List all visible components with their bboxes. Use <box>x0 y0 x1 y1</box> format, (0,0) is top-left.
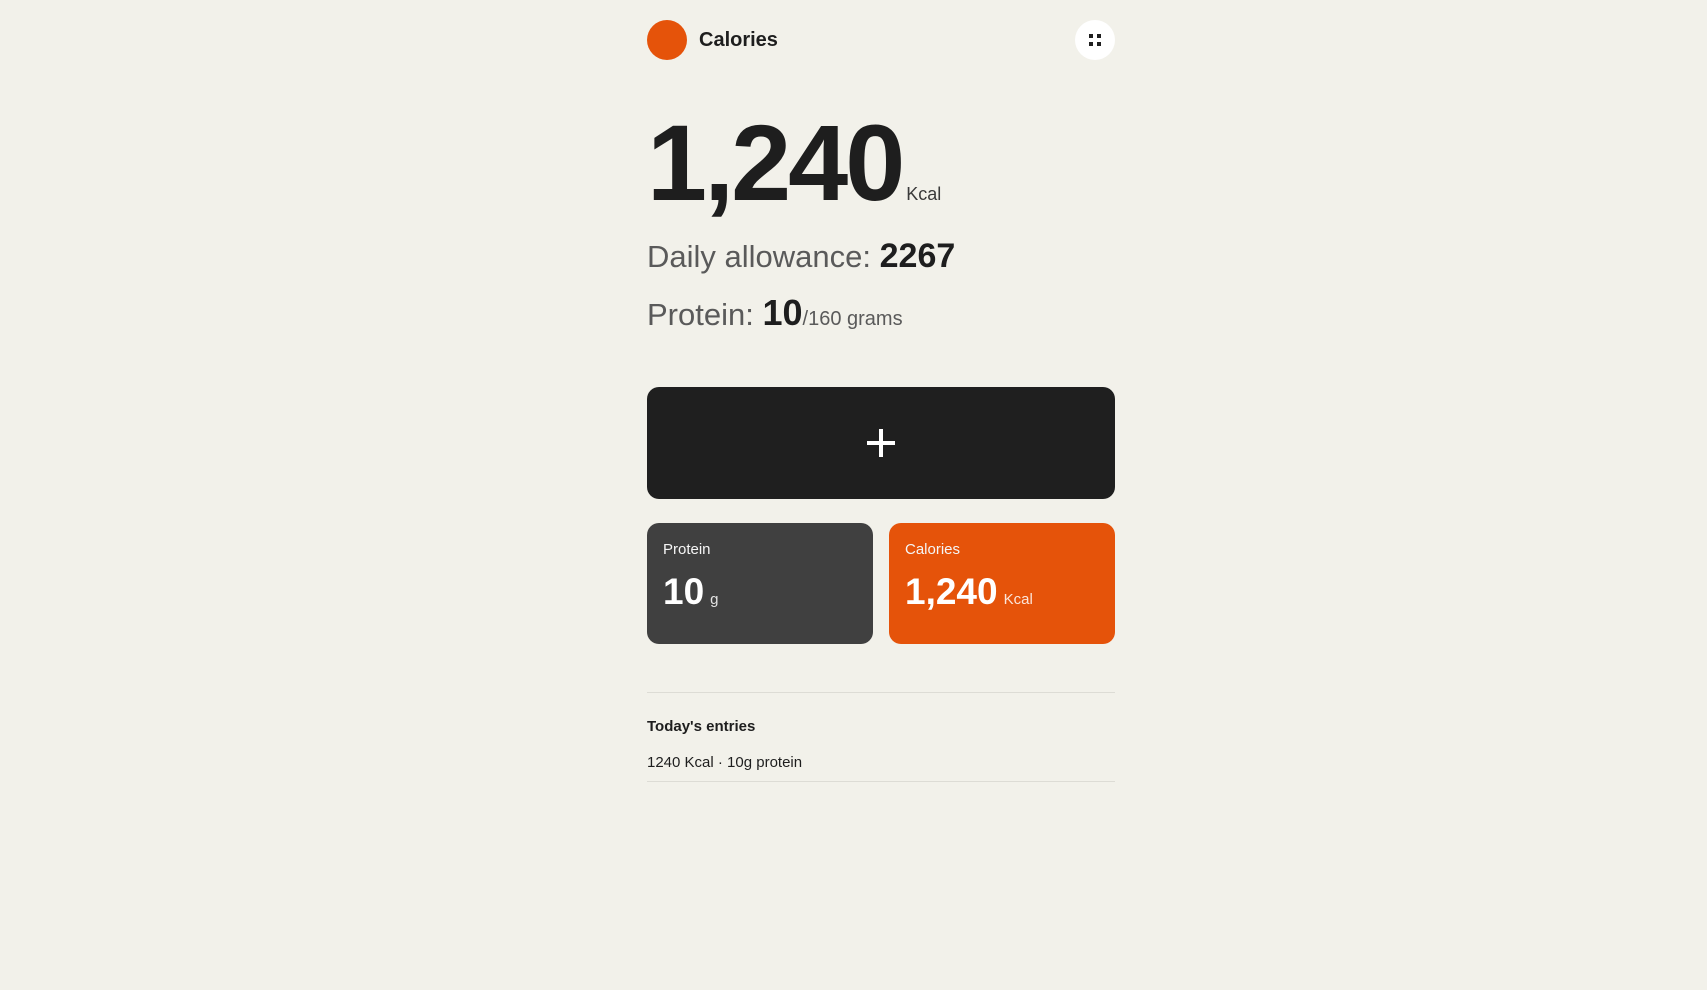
calories-card: Calories 1,240 Kcal <box>889 523 1115 644</box>
app-logo <box>647 20 687 60</box>
total-calories: 1,240 Kcal <box>647 108 941 218</box>
calories-card-unit: Kcal <box>1003 591 1033 608</box>
app-header: Calories <box>647 20 1115 60</box>
protein-card: Protein 10 g <box>647 523 873 644</box>
protein-summary-goal: /160 grams <box>802 308 903 330</box>
entry-item: 1240 Kcal · 10g protein <box>647 754 803 771</box>
menu-button[interactable] <box>1075 20 1115 60</box>
protein-summary: Protein: 10/160 grams <box>647 292 903 340</box>
entries-divider-top <box>647 692 1115 693</box>
protein-summary-value: 10 <box>762 292 803 333</box>
calories-card-label: Calories <box>905 541 961 558</box>
protein-card-value: 10 <box>663 571 705 612</box>
entries-divider-bottom <box>647 781 1115 782</box>
app-title: Calories <box>699 29 778 51</box>
protein-summary-label: Protein: <box>647 297 754 332</box>
daily-allowance-label: Daily allowance: <box>647 239 871 274</box>
add-entry-button[interactable] <box>647 387 1115 499</box>
calories-card-value: 1,240 <box>905 571 998 612</box>
total-calories-value: 1,240 <box>647 102 905 223</box>
protein-card-label: Protein <box>663 541 711 558</box>
total-calories-unit: Kcal <box>906 184 942 204</box>
daily-allowance: Daily allowance: 2267 <box>647 236 955 277</box>
daily-allowance-value: 2267 <box>879 237 956 275</box>
entries-heading: Today's entries <box>647 718 756 735</box>
grid-dots-icon <box>1089 34 1101 46</box>
plus-icon <box>867 429 895 457</box>
protein-card-unit: g <box>710 591 719 608</box>
